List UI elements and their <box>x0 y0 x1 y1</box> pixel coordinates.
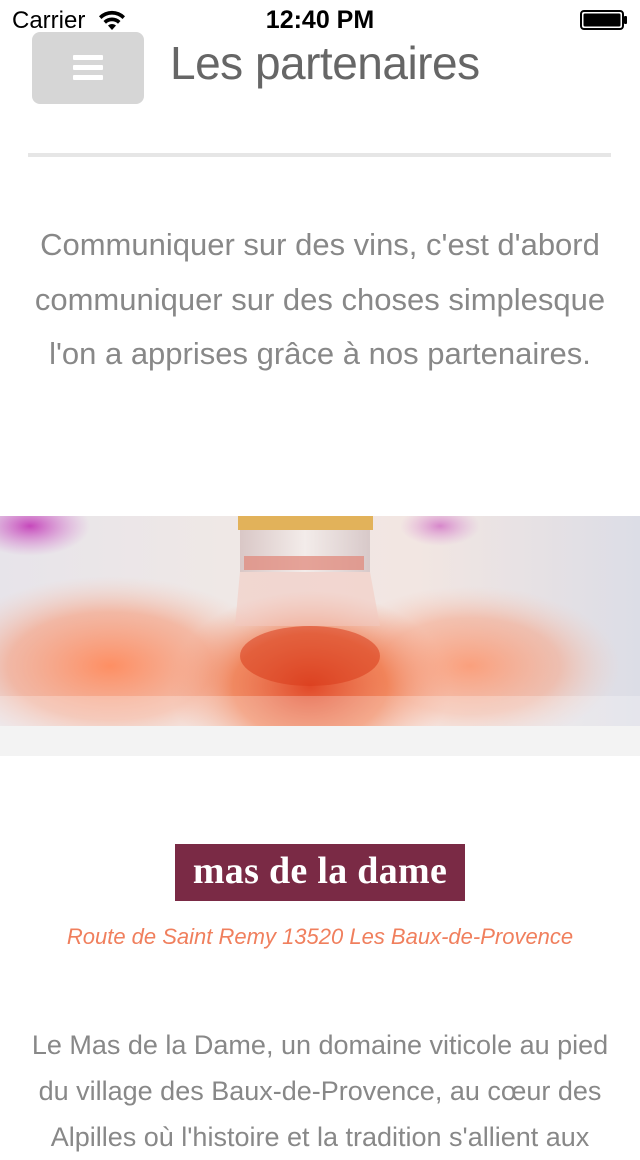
section-divider-band <box>0 726 640 756</box>
partner-description: Le Mas de la Dame, un domaine viticole a… <box>31 1030 609 1152</box>
page-title: Les partenaires <box>170 37 480 89</box>
menu-button[interactable] <box>32 32 144 104</box>
partner-address: Route de Saint Remy 13520 Les Baux-de-Pr… <box>66 924 574 949</box>
partner-logo[interactable]: mas de la dame <box>175 844 465 901</box>
intro-text: Communiquer sur des vins, c'est d'abord … <box>34 227 606 371</box>
battery-icon <box>580 10 627 30</box>
status-time: 12:40 PM <box>265 6 375 34</box>
wine-bottles-photo <box>0 516 640 726</box>
hero-image <box>0 516 640 726</box>
header-divider <box>28 153 611 157</box>
